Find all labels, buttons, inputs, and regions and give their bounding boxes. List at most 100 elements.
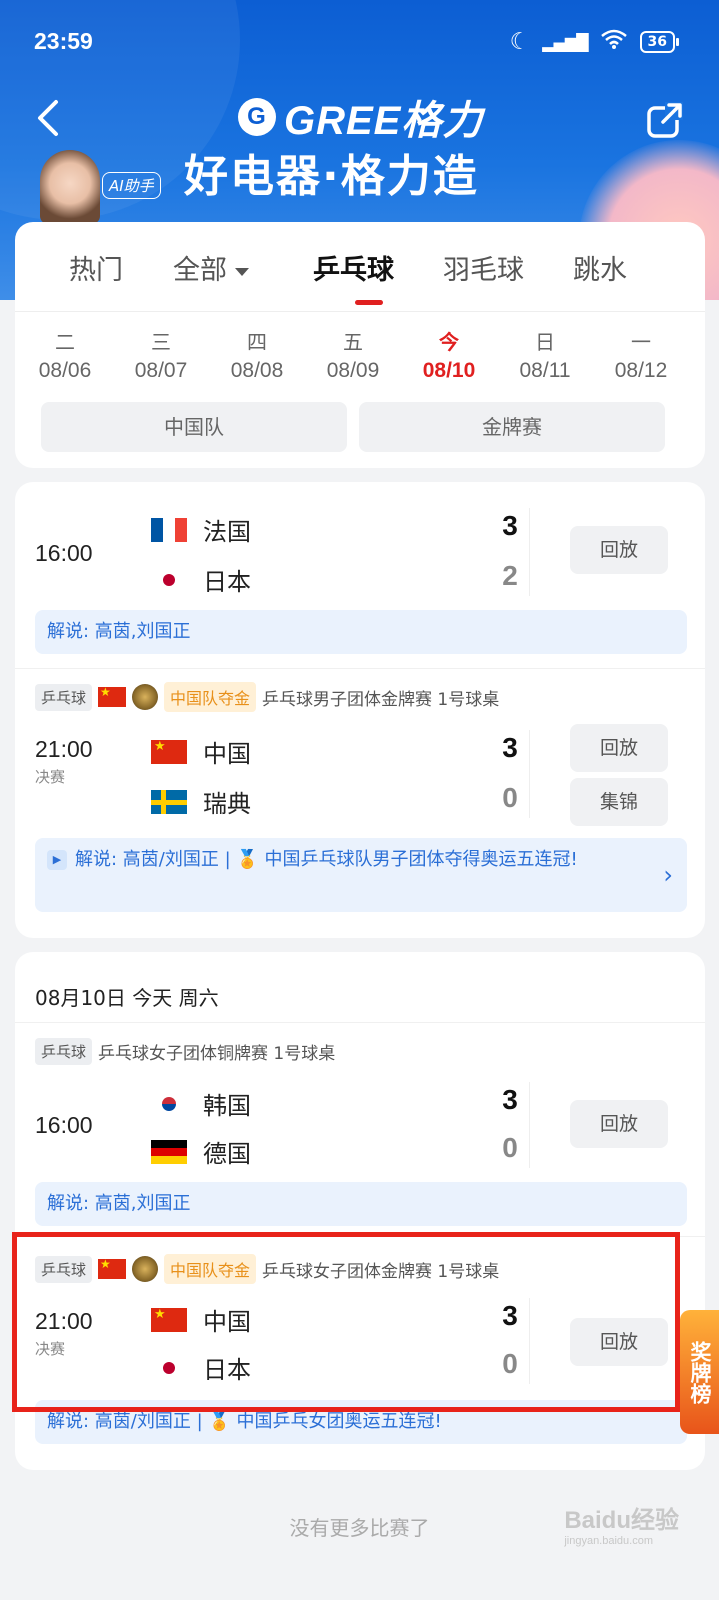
date-value: 08/07	[134, 359, 188, 382]
filter-china-team[interactable]: 中国队	[41, 402, 347, 452]
battery-indicator: 36	[639, 31, 680, 53]
status-time: 23:59	[34, 28, 93, 54]
signal-icon: ▂▄▆█	[542, 32, 588, 52]
commentary-bar[interactable]: 解说: 高茵,刘国正	[35, 1182, 687, 1226]
play-icon: ▶	[47, 850, 67, 870]
commentary-bar[interactable]: ▶ 解说: 高茵/刘国正 | 🏅 中国乒乓球队男子团体夺得奥运五连冠! ›	[35, 838, 687, 912]
match-time: 16:00	[35, 1112, 93, 1138]
divider	[15, 668, 705, 669]
tab-hot[interactable]: 热门	[69, 248, 123, 287]
score-b: 0	[502, 782, 518, 813]
team-a: 中国	[151, 734, 251, 769]
score-b: 0	[502, 1348, 518, 1379]
caret-down-icon	[235, 267, 249, 276]
date-weekday: 四	[247, 330, 267, 354]
date-value: 08/09	[326, 359, 380, 382]
date-weekday: 今	[439, 330, 459, 354]
team-name: 中国	[203, 740, 251, 768]
date-weekday: 二	[55, 330, 75, 354]
divider	[529, 508, 530, 596]
japan-flag-icon	[151, 1355, 187, 1380]
date-value: 08/11	[519, 359, 571, 382]
event-name: 乒乓球男子团体金牌赛 1号球桌	[262, 689, 500, 710]
team-name: 法国	[203, 518, 251, 546]
replay-button[interactable]: 回放	[570, 526, 668, 574]
ai-assistant-avatar[interactable]	[40, 150, 100, 224]
date-item[interactable]: 四 08/08	[217, 326, 297, 383]
tab-all[interactable]: 全部	[173, 248, 249, 287]
date-value: 08/10	[422, 359, 476, 382]
match-stage: 决赛	[35, 1340, 66, 1358]
score-b: 0	[502, 1132, 518, 1163]
date-item[interactable]: 二 08/06	[25, 326, 105, 383]
date-item[interactable]: 三 08/07	[121, 326, 201, 383]
sport-tag: 乒乓球	[35, 683, 93, 711]
divider	[15, 1236, 705, 1237]
status-bar: 23:59 ☾ ▂▄▆█ 36	[0, 22, 719, 62]
status-icons: ☾ ▂▄▆█ 36	[510, 28, 680, 56]
tab-diving[interactable]: 跳水	[573, 248, 627, 287]
date-value: 08/12	[614, 359, 668, 382]
commentary-bar[interactable]: 解说: 高茵/刘国正 | 🏅 中国乒乓女团奥运五连冠!	[35, 1400, 687, 1444]
back-button[interactable]	[34, 98, 70, 142]
korea-flag-icon	[151, 1091, 187, 1116]
ai-assistant-badge[interactable]: AI助手	[102, 172, 161, 199]
wifi-icon	[600, 28, 628, 56]
tab-badminton[interactable]: 羽毛球	[443, 248, 524, 287]
team-a: 韩国	[151, 1086, 251, 1121]
highlights-button[interactable]: 集锦	[570, 778, 668, 826]
team-b: 日本	[151, 562, 251, 597]
date-item-today[interactable]: 今 08/10	[409, 326, 489, 383]
team-b: 德国	[151, 1134, 251, 1169]
team-a: 法国	[151, 512, 251, 547]
sport-tabs: 热门 全部 乒乓球 羽毛球 跳水	[15, 222, 705, 312]
team-name: 日本	[203, 568, 251, 596]
brand-logo: G GREE格力	[238, 88, 483, 146]
team-name: 中国	[203, 1308, 251, 1336]
day-match-card: 08月10日 今天 周六 乒乓球 乒乓球女子团体铜牌赛 1号球桌 16:00 韩…	[15, 952, 705, 1470]
commentary-text: 解说: 高茵/刘国正 | 🏅 中国乒乓球队男子团体夺得奥运五连冠!	[75, 849, 578, 870]
divider	[529, 1298, 530, 1384]
date-item[interactable]: 日 08/11	[505, 326, 585, 383]
filter-gold-medal[interactable]: 金牌赛	[359, 402, 665, 452]
match-list-card: 16:00 法国 日本 3 2 回放 解说: 高茵,刘国正 乒乓球 中国队夺金 …	[15, 482, 705, 938]
date-item[interactable]: 一 08/12	[601, 326, 681, 383]
team-a: 中国	[151, 1302, 251, 1337]
date-item[interactable]: 五 08/09	[313, 326, 393, 383]
score-a: 3	[502, 1084, 518, 1115]
team-name: 日本	[203, 1356, 251, 1384]
team-name: 德国	[203, 1140, 251, 1168]
gold-tag: 中国队夺金	[164, 1254, 257, 1284]
replay-button[interactable]: 回放	[570, 1318, 668, 1366]
day-header: 08月10日 今天 周六	[35, 986, 219, 1010]
gold-medal-icon	[132, 684, 159, 710]
replay-button[interactable]: 回放	[570, 1100, 668, 1148]
chevron-left-icon	[38, 100, 58, 136]
match-meta: 乒乓球 中国队夺金 乒乓球女子团体金牌赛 1号球桌	[35, 1254, 499, 1284]
medal-ranking-tab[interactable]: 奖牌榜	[680, 1310, 719, 1434]
date-value: 08/08	[230, 359, 284, 382]
date-weekday: 一	[631, 330, 651, 354]
baidu-watermark: Baidu经验 jingyan.baidu.com	[564, 1500, 679, 1547]
tab-table-tennis[interactable]: 乒乓球	[313, 248, 394, 287]
score-a: 3	[502, 510, 518, 541]
commentary-bar[interactable]: 解说: 高茵,刘国正	[35, 610, 687, 654]
share-button[interactable]	[645, 100, 685, 140]
event-name: 乒乓球女子团体铜牌赛 1号球桌	[98, 1044, 336, 1064]
date-weekday: 日	[535, 330, 555, 354]
match-time: 21:00	[35, 736, 93, 762]
sport-tag: 乒乓球	[35, 1038, 93, 1065]
match-meta: 乒乓球 中国队夺金 乒乓球男子团体金牌赛 1号球桌	[35, 682, 499, 712]
germany-flag-icon	[151, 1139, 187, 1164]
date-weekday: 五	[343, 330, 363, 354]
date-selector: 二 08/06 三 08/07 四 08/08 五 08/09 今 08/10 日 08/1…	[15, 326, 705, 386]
watermark-sub: jingyan.baidu.com	[564, 1535, 653, 1547]
score-a: 3	[502, 1300, 518, 1331]
replay-button[interactable]: 回放	[570, 724, 668, 772]
brand-name: GREE格力	[284, 99, 484, 143]
tab-all-label: 全部	[173, 255, 227, 286]
filter-panel: 热门 全部 乒乓球 羽毛球 跳水 二 08/06 三 08/07 四 08/08 五 0…	[15, 222, 705, 468]
brand-slogan: 好电器·格力造	[184, 151, 479, 202]
divider	[529, 730, 530, 818]
match-time: 21:00	[35, 1308, 93, 1334]
